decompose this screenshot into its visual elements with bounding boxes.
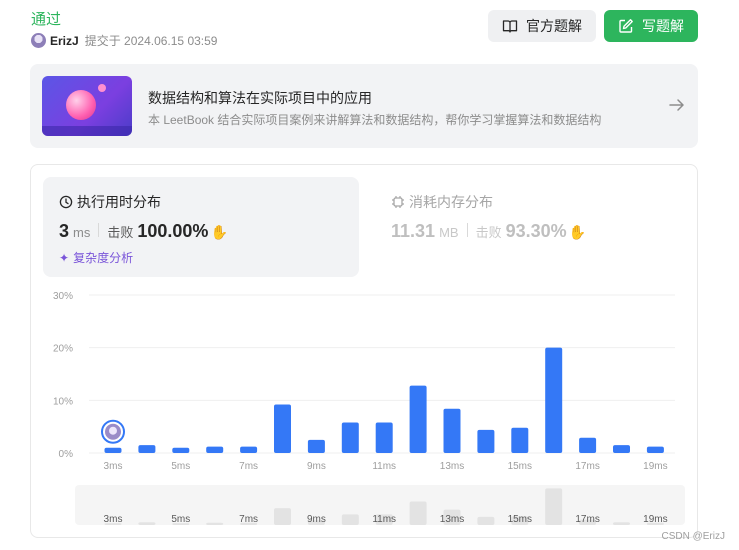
clock-icon	[59, 195, 73, 209]
official-solution-label: 官方题解	[526, 18, 582, 34]
minimap-tick-label: 13ms	[440, 514, 464, 525]
x-tick-label: 5ms	[171, 461, 190, 472]
minimap-bar	[613, 522, 630, 525]
write-solution-button[interactable]: 写题解	[604, 10, 698, 42]
arrow-right-icon[interactable]	[668, 96, 686, 114]
chart-bar[interactable]	[307, 439, 325, 453]
memory-metric: 11.31 MB 击败 93.30% ✋	[391, 221, 586, 242]
banner-image	[42, 76, 132, 136]
x-tick-label: 9ms	[307, 461, 326, 472]
x-tick-label: 11ms	[372, 461, 396, 472]
complexity-analysis-link[interactable]: ✦ 复杂度分析	[59, 249, 133, 266]
chart-bar[interactable]	[613, 445, 630, 453]
chart-bar[interactable]	[138, 445, 156, 453]
submission-info: ErizJ 提交于 2024.06.15 03:59	[31, 32, 217, 49]
x-tick-label: 17ms	[575, 461, 599, 472]
runtime-distribution-chart[interactable]: 30% 20% 10% 0% 3ms 5ms 7ms 9ms 11ms 13ms 15ms 17ms 1…	[31, 285, 697, 537]
minimap-tick-label: 19ms	[643, 514, 667, 525]
sparkle-icon: ✦	[59, 250, 70, 265]
memory-beat-label: 击败	[475, 225, 502, 240]
avatar[interactable]	[31, 33, 46, 48]
y-tick-label: 10%	[53, 396, 73, 407]
minimap-tick-label: 7ms	[239, 514, 258, 525]
minimap-bar	[138, 522, 156, 525]
runtime-metric: 3 ms 击败 100.00% ✋	[59, 221, 228, 242]
avatar-face	[109, 426, 117, 435]
write-solution-label: 写题解	[642, 18, 684, 34]
x-tick-label: 13ms	[440, 461, 464, 472]
chart-bar[interactable]	[579, 437, 597, 453]
memory-value: 11.31	[391, 221, 436, 241]
chart-bar[interactable]	[274, 404, 291, 453]
submitted-prefix: 提交于	[84, 34, 121, 48]
chart-bar[interactable]	[172, 447, 190, 453]
chart-bar[interactable]	[409, 385, 427, 453]
minimap-bar	[341, 514, 359, 525]
leetbook-banner[interactable]: 数据结构和算法在实际项目中的应用 本 LeetBook 结合实际项目案例来讲解算…	[30, 64, 698, 148]
minimap-tick-label: 11ms	[372, 514, 396, 525]
runtime-beat-label: 击败	[107, 225, 134, 240]
minimap-tick-label: 3ms	[104, 514, 123, 525]
complexity-label: 复杂度分析	[73, 251, 134, 265]
runtime-title: 执行用时分布	[59, 192, 161, 212]
chart-bar[interactable]	[104, 447, 122, 453]
chart-bar[interactable]	[511, 427, 529, 453]
minimap-bar	[274, 508, 291, 525]
runtime-value: 3	[59, 221, 70, 241]
chip-icon	[392, 196, 404, 208]
distribution-card: 执行用时分布 3 ms 击败 100.00% ✋ ✦ 复杂度分析 消耗内存分布 …	[30, 164, 698, 538]
memory-beat-pct: 93.30%	[505, 221, 567, 241]
minimap-tick-label: 9ms	[307, 514, 326, 525]
chart-bar[interactable]	[646, 446, 664, 453]
minimap-bar	[545, 488, 563, 525]
chart-bar[interactable]	[545, 347, 563, 453]
watermark: CSDN @ErizJ	[661, 531, 726, 542]
runtime-title-text: 执行用时分布	[77, 194, 161, 210]
chart-bar[interactable]	[477, 429, 495, 453]
clap-icon: ✋	[210, 224, 228, 240]
username[interactable]: ErizJ	[50, 34, 79, 48]
y-tick-label: 30%	[53, 291, 73, 302]
chart-bar[interactable]	[206, 446, 224, 453]
memory-title: 消耗内存分布	[391, 192, 493, 212]
chart-bar[interactable]	[443, 408, 461, 453]
status-accepted: 通过	[31, 11, 62, 28]
clap-icon: ✋	[568, 224, 587, 240]
minimap-tick-label: 15ms	[508, 514, 532, 525]
minimap-bar	[206, 522, 224, 525]
minimap-tick-label: 17ms	[575, 514, 599, 525]
banner-title: 数据结构和算法在实际项目中的应用	[148, 90, 372, 106]
chart-bar[interactable]	[240, 446, 258, 453]
memory-title-text: 消耗内存分布	[409, 194, 493, 210]
submission-header: 通过 ErizJ 提交于 2024.06.15 03:59 官方题解 写题解	[31, 8, 698, 52]
x-tick-label: 15ms	[508, 461, 532, 472]
chart-bar[interactable]	[375, 422, 393, 453]
x-tick-label: 3ms	[104, 461, 123, 472]
tab-memory-distribution[interactable]: 消耗内存分布 11.31 MB 击败 93.30% ✋	[375, 177, 675, 277]
x-tick-label: 7ms	[239, 461, 258, 472]
chart-bar[interactable]	[341, 422, 359, 453]
book-icon	[502, 20, 518, 33]
runtime-unit: ms	[73, 225, 91, 240]
x-tick-label: 19ms	[643, 461, 667, 472]
runtime-beat-pct: 100.00%	[137, 221, 209, 241]
minimap-bar	[409, 501, 427, 525]
edit-icon	[619, 19, 633, 33]
minimap-tick-label: 5ms	[171, 514, 190, 525]
banner-description: 本 LeetBook 结合实际项目案例来讲解算法和数据结构，帮你学习掌握算法和数…	[148, 113, 602, 127]
y-tick-label: 0%	[59, 449, 74, 460]
tab-runtime-distribution[interactable]: 执行用时分布 3 ms 击败 100.00% ✋ ✦ 复杂度分析	[43, 177, 359, 277]
y-tick-label: 20%	[53, 344, 73, 355]
official-solution-button[interactable]: 官方题解	[488, 10, 596, 42]
submitted-time: 2024.06.15 03:59	[124, 33, 218, 48]
minimap-bar	[477, 516, 495, 525]
memory-unit: MB	[439, 225, 459, 240]
